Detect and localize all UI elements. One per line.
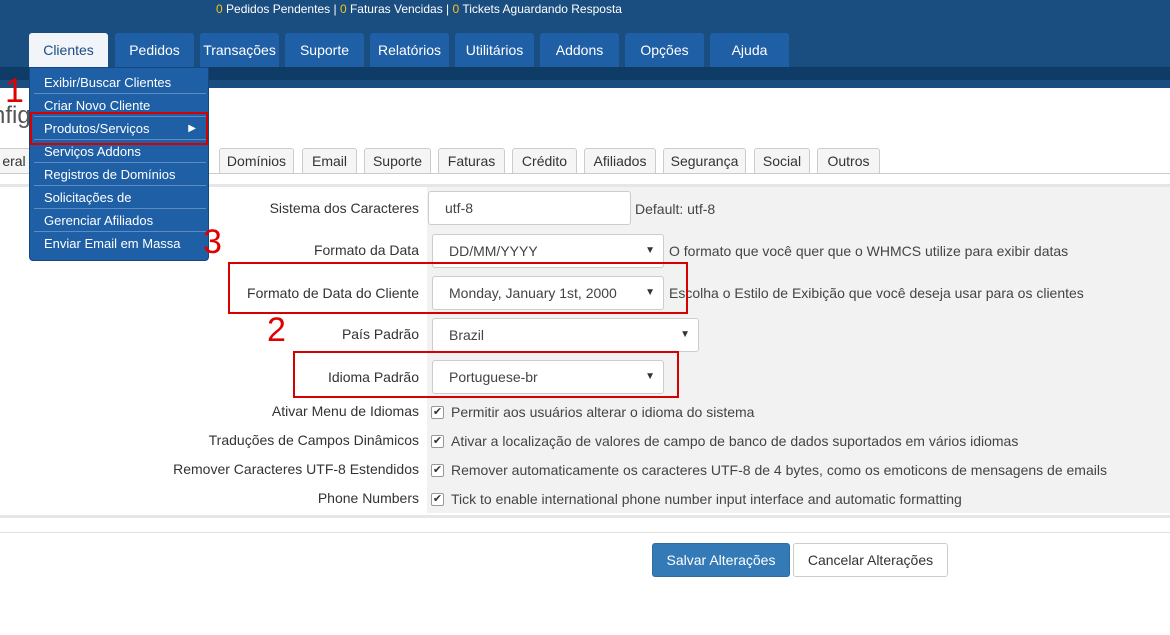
annotation-number-3: 3 [203,223,222,261]
annotation-number-1: 1 [5,72,24,110]
nav-tab-ajuda[interactable]: Ajuda [710,33,789,67]
remove-utf8-text: Remover automaticamente os caracteres UT… [451,462,1107,478]
language-menu-label: Ativar Menu de Idiomas [271,403,419,419]
settings-tab-social[interactable]: Social [754,148,810,173]
menu-item-exibir-clientes[interactable]: Exibir/Buscar Clientes [34,72,206,94]
dynamic-translations-label: Traduções de Campos Dinâmicos [208,432,419,448]
footer-divider [0,532,1170,533]
menu-item-enviar-email[interactable]: Enviar Email em Massa [34,233,206,255]
cancel-button[interactable]: Cancelar Alterações [793,543,948,577]
settings-tab-suporte[interactable]: Suporte [364,148,431,173]
language-menu-checkbox[interactable]: ✔ [431,406,444,419]
header-stats: 0 Pedidos Pendentes | 0 Faturas Vencidas… [216,2,622,16]
settings-tab-dominios[interactable]: Domínios [219,148,294,173]
phone-numbers-label: Phone Numbers [317,490,419,506]
nav-tab-suporte[interactable]: Suporte [285,33,364,67]
charset-input[interactable]: utf-8 [428,191,631,225]
settings-tab-afiliados[interactable]: Afiliados [584,148,656,173]
nav-tab-utilitarios[interactable]: Utilitários [455,33,534,67]
language-menu-text: Permitir aos usuários alterar o idioma d… [451,404,755,420]
dynamic-translations-checkbox[interactable]: ✔ [431,435,444,448]
annotation-box-language [293,351,679,398]
pending-orders-count: 0 [216,2,223,16]
phone-numbers-text: Tick to enable international phone numbe… [451,491,962,507]
default-country-select[interactable]: Brazil ▼ [432,318,699,352]
clientes-dropdown-menu: Exibir/Buscar Clientes Criar Novo Client… [29,67,209,261]
nav-tab-clientes[interactable]: Clientes [29,33,108,67]
awaiting-tickets-link[interactable]: Tickets Aguardando Resposta [462,2,622,16]
awaiting-tickets-count: 0 [452,2,460,16]
stats-separator: | [446,2,450,16]
remove-utf8-checkbox[interactable]: ✔ [431,464,444,477]
remove-utf8-label: Remover Caracteres UTF-8 Estendidos [173,461,419,477]
menu-item-gerenciar-afiliados[interactable]: Gerenciar Afiliados [34,210,206,232]
settings-tab-email[interactable]: Email [302,148,357,173]
nav-tab-transacoes[interactable]: Transações [200,33,279,67]
settings-tab-outros[interactable]: Outros [817,148,880,173]
default-country-label: País Padrão [341,326,419,342]
settings-tab-credito[interactable]: Crédito [512,148,577,173]
stats-separator: | [333,2,337,16]
settings-tab-seguranca[interactable]: Segurança [663,148,746,173]
annotation-box-produtos [30,112,208,145]
client-date-format-help: Escolha o Estilo de Exibição que você de… [669,285,1084,301]
annotation-number-2: 2 [267,311,286,349]
menu-item-registros-dominios[interactable]: Registros de Domínios [34,164,206,186]
settings-tab-geral[interactable]: eral [0,148,32,173]
nav-tab-addons[interactable]: Addons [540,33,619,67]
chevron-down-icon: ▼ [680,329,690,340]
overdue-invoices-link[interactable]: Faturas Vencidas [350,2,443,16]
date-format-label: Formato da Data [313,242,419,258]
annotation-box-client-date [228,262,688,314]
default-country-value: Brazil [449,327,485,343]
charset-help: Default: utf-8 [635,201,716,217]
overdue-invoices-count: 0 [339,2,347,16]
top-header: 0 Pedidos Pendentes | 0 Faturas Vencidas… [0,0,1170,67]
pending-orders-link[interactable]: Pedidos Pendentes [226,2,330,16]
nav-tab-pedidos[interactable]: Pedidos [115,33,194,67]
menu-item-solicitacoes[interactable]: Solicitações de [34,187,206,209]
date-format-value: DD/MM/YYYY [449,243,538,259]
nav-tab-opcoes[interactable]: Opções [625,33,704,67]
date-format-help: O formato que você quer que o WHMCS util… [669,243,1069,259]
charset-label: Sistema dos Caracteres [269,200,419,216]
phone-numbers-checkbox[interactable]: ✔ [431,493,444,506]
settings-tab-faturas[interactable]: Faturas [438,148,505,173]
nav-tab-relatorios[interactable]: Relatórios [370,33,449,67]
dynamic-translations-text: Ativar a localização de valores de campo… [451,433,1019,449]
save-button[interactable]: Salvar Alterações [652,543,790,577]
